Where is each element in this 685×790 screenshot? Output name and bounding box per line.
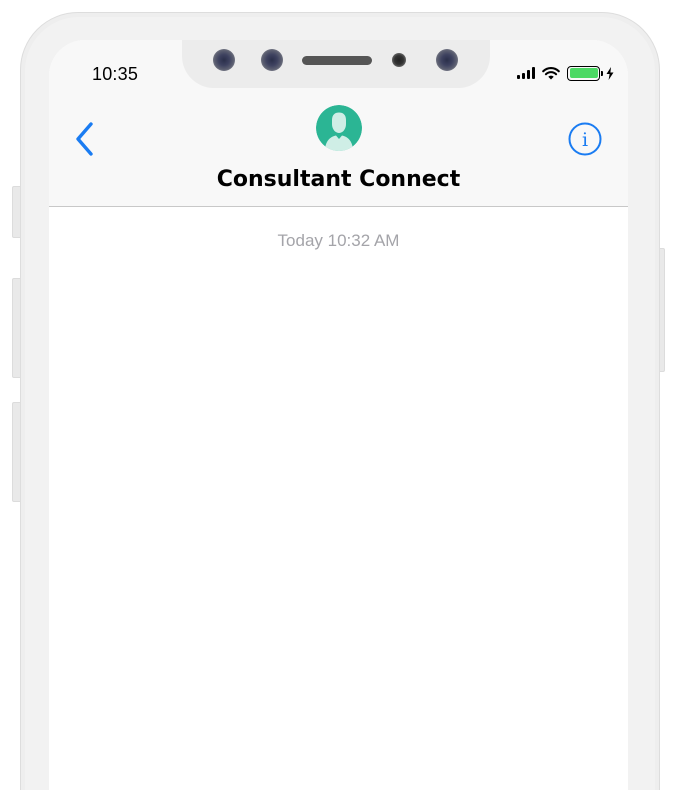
charging-bolt-icon: [606, 66, 614, 80]
camera-lens: [436, 49, 458, 71]
device-mockup: 10:35 Consultant Connect i Today 10:32 A…: [0, 0, 685, 790]
info-button[interactable]: i: [568, 122, 602, 156]
proximity-sensor: [392, 53, 406, 67]
status-time: 10:35: [92, 64, 139, 84]
status-icons: [517, 64, 614, 82]
info-icon: i: [568, 122, 602, 156]
phone-screen: 10:35 Consultant Connect i Today 10:32 A…: [49, 40, 628, 790]
earpiece-speaker: [302, 56, 372, 65]
back-button[interactable]: [69, 118, 99, 160]
cellular-signal-icon: [517, 67, 535, 79]
svg-text:i: i: [582, 129, 588, 151]
contact-name[interactable]: Consultant Connect: [49, 167, 628, 192]
battery-icon: [567, 65, 603, 81]
wifi-icon: [542, 66, 560, 79]
person-avatar-icon: [316, 105, 362, 151]
message-timestamp: Today 10:32 AM: [277, 231, 400, 250]
header: 10:35 Consultant Connect i: [49, 40, 628, 207]
camera-lens: [261, 49, 283, 71]
chevron-left-icon: [76, 122, 93, 156]
battery-level: [569, 68, 598, 78]
notch: [182, 40, 490, 88]
contact-avatar[interactable]: [316, 105, 362, 151]
camera-lens: [213, 49, 235, 71]
